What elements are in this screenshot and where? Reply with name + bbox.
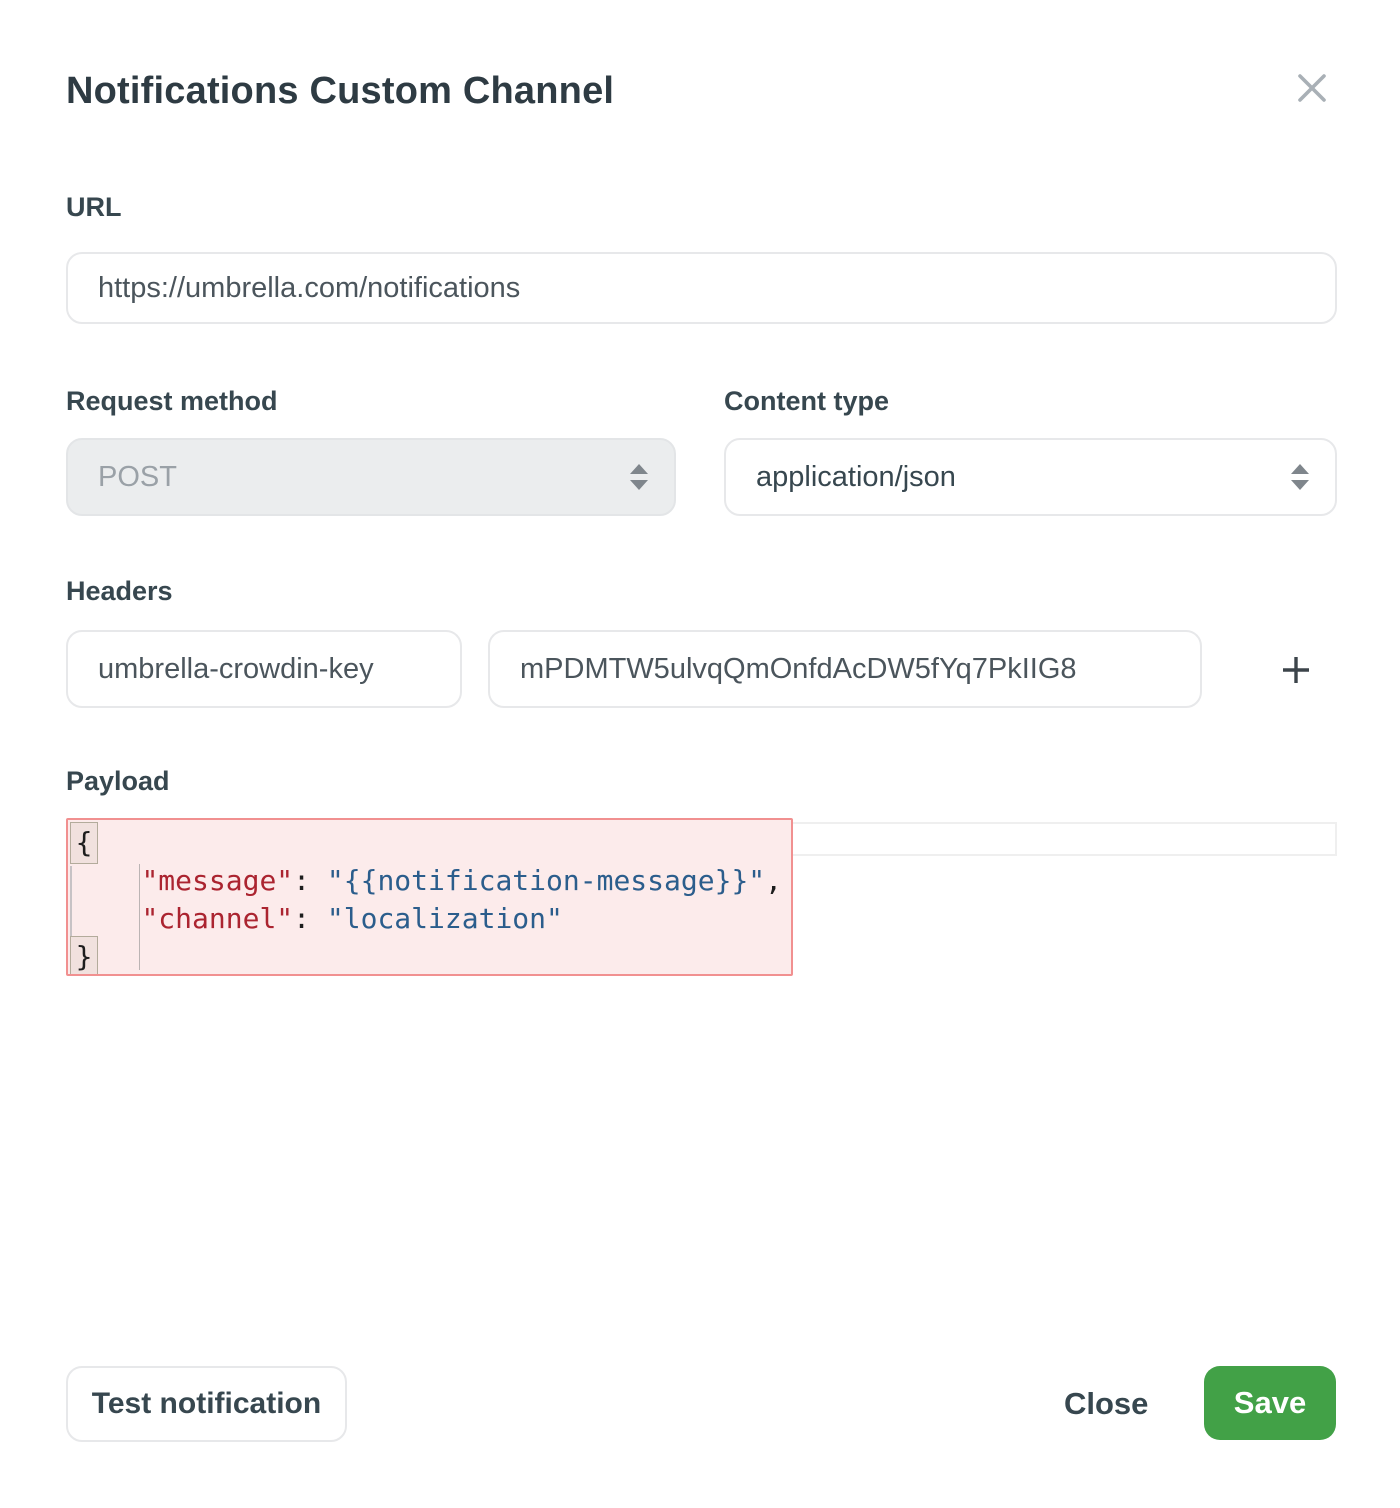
json-value-message: "{{notification-message}}" bbox=[327, 864, 765, 897]
close-icon bbox=[1292, 68, 1332, 108]
open-brace: { bbox=[76, 824, 93, 862]
close-brace: } bbox=[76, 938, 93, 976]
close-footer-button[interactable]: Close bbox=[1046, 1372, 1166, 1436]
content-type-label: Content type bbox=[724, 386, 889, 417]
url-input[interactable] bbox=[66, 252, 1337, 324]
json-key-channel: "channel" bbox=[141, 902, 293, 935]
matching-bracket-highlight: } bbox=[70, 936, 98, 976]
request-method-select[interactable]: POST bbox=[66, 438, 676, 516]
request-method-label: Request method bbox=[66, 386, 278, 417]
code-line-channel: "channel": "localization" bbox=[74, 900, 563, 938]
test-notification-button[interactable]: Test notification bbox=[66, 1366, 347, 1442]
code-line-message: "message": "{{notification-message}}", bbox=[74, 862, 782, 900]
comma: , bbox=[765, 864, 782, 897]
matching-bracket-highlight: { bbox=[70, 822, 98, 864]
bracket-guide-line bbox=[70, 866, 72, 936]
header-value-input[interactable] bbox=[488, 630, 1202, 708]
payload-label: Payload bbox=[66, 766, 170, 797]
json-value-channel: "localization" bbox=[327, 902, 563, 935]
save-button[interactable]: Save bbox=[1204, 1366, 1336, 1440]
payload-code-editor[interactable]: { "message": "{{notification-message}}",… bbox=[66, 818, 793, 976]
headers-label: Headers bbox=[66, 576, 173, 607]
colon: : bbox=[293, 864, 327, 897]
url-label: URL bbox=[66, 192, 122, 223]
header-key-input[interactable] bbox=[66, 630, 462, 708]
colon: : bbox=[293, 902, 327, 935]
json-key-message: "message" bbox=[141, 864, 293, 897]
up-down-arrows-icon bbox=[1289, 462, 1311, 492]
request-method-value: POST bbox=[98, 461, 177, 494]
content-type-value: application/json bbox=[756, 461, 956, 494]
close-button[interactable] bbox=[1288, 64, 1336, 112]
plus-icon bbox=[1279, 653, 1313, 687]
page-title: Notifications Custom Channel bbox=[66, 70, 614, 113]
up-down-arrows-icon bbox=[628, 462, 650, 492]
content-type-select[interactable]: application/json bbox=[724, 438, 1337, 516]
add-header-button[interactable] bbox=[1266, 640, 1326, 700]
